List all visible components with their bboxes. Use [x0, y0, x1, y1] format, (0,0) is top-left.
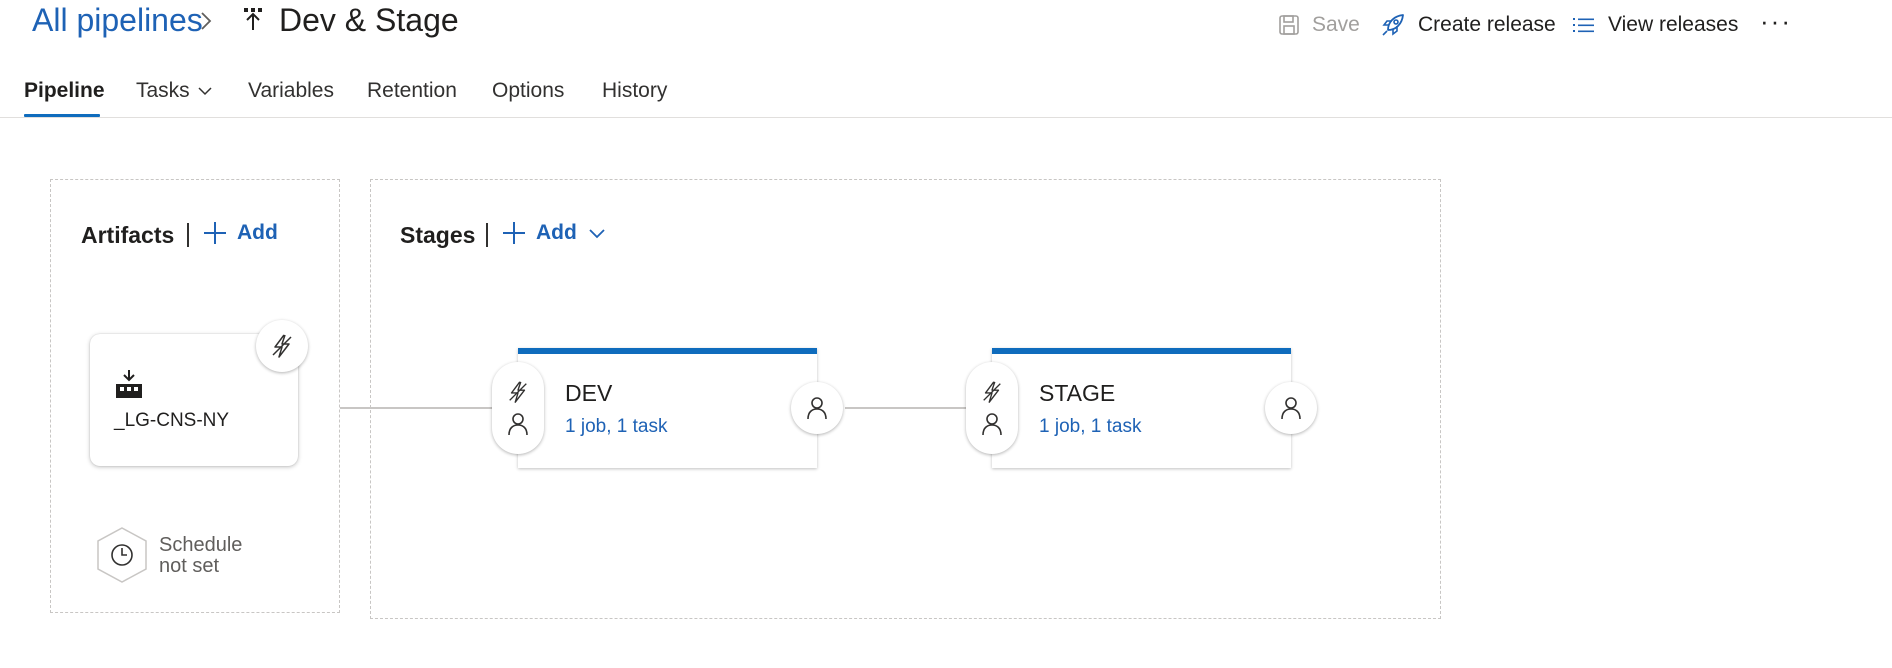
lightning-icon	[980, 380, 1004, 404]
plus-icon	[502, 221, 526, 245]
tab-retention[interactable]: Retention	[367, 78, 457, 104]
chevron-down-icon	[198, 86, 212, 96]
post-deployment-approvals-button[interactable]	[1265, 382, 1317, 434]
schedule-button[interactable]	[94, 526, 150, 584]
add-stage-label: Add	[536, 221, 577, 244]
person-icon	[806, 396, 828, 420]
stage-card-dev[interactable]	[518, 348, 817, 468]
tab-variables[interactable]: Variables	[248, 78, 334, 104]
chevron-right-icon	[198, 8, 214, 34]
tab-tasks-label: Tasks	[136, 79, 190, 102]
build-artifact-icon	[114, 369, 144, 399]
pre-deployment-conditions-button[interactable]	[966, 362, 1018, 454]
schedule-line-2: not set	[159, 555, 220, 577]
post-deployment-approvals-button[interactable]	[791, 382, 843, 434]
create-release-label: Create release	[1418, 13, 1556, 36]
add-stage-button[interactable]: Add	[502, 221, 605, 245]
lightning-icon	[506, 380, 530, 404]
artifact-trigger-button[interactable]	[256, 320, 308, 372]
stage-name: STAGE	[1039, 380, 1116, 406]
heading-separator	[187, 223, 189, 247]
list-icon	[1572, 14, 1596, 36]
create-release-button[interactable]: Create release	[1380, 10, 1556, 40]
view-releases-button[interactable]: View releases	[1572, 10, 1738, 40]
save-label: Save	[1312, 13, 1360, 36]
tab-history[interactable]: History	[602, 78, 667, 104]
page-title: Dev & Stage	[279, 2, 459, 38]
dev-to-stage-connector	[845, 407, 975, 409]
save-icon	[1278, 14, 1300, 36]
stage-name: DEV	[565, 380, 613, 406]
more-actions-button[interactable]: ···	[1760, 6, 1792, 37]
tab-options[interactable]: Options	[492, 78, 564, 104]
add-artifact-label: Add	[237, 221, 278, 244]
tab-pipeline[interactable]: Pipeline	[24, 78, 105, 104]
chevron-down-icon	[589, 228, 605, 239]
stage-summary-link[interactable]: 1 job, 1 task	[565, 416, 667, 438]
view-releases-label: View releases	[1608, 13, 1739, 36]
rocket-icon	[1380, 12, 1406, 38]
pre-deployment-conditions-button[interactable]	[492, 362, 544, 454]
person-icon	[981, 412, 1003, 436]
schedule-line-1: Schedule	[159, 534, 243, 556]
plus-icon	[203, 221, 227, 245]
artifact-to-dev-connector	[340, 407, 495, 409]
person-icon	[507, 412, 529, 436]
tab-tasks[interactable]: Tasks	[136, 78, 212, 104]
release-pipeline-icon	[242, 6, 264, 34]
schedule-status: Schedule not set	[159, 535, 242, 577]
save-button[interactable]: Save	[1278, 10, 1360, 40]
tabs-divider	[0, 117, 1892, 118]
heading-separator	[486, 223, 488, 247]
person-icon	[1280, 396, 1302, 420]
stages-heading: Stages	[400, 222, 476, 248]
stage-card-stage[interactable]	[992, 348, 1291, 468]
lightning-icon	[269, 333, 295, 359]
artifact-name: _LG-CNS-NY	[114, 410, 230, 431]
breadcrumb-all-pipelines-link[interactable]: All pipelines	[32, 0, 203, 40]
add-artifact-button[interactable]: Add	[203, 221, 278, 245]
stage-summary-link[interactable]: 1 job, 1 task	[1039, 416, 1141, 438]
artifacts-heading: Artifacts	[81, 222, 175, 248]
